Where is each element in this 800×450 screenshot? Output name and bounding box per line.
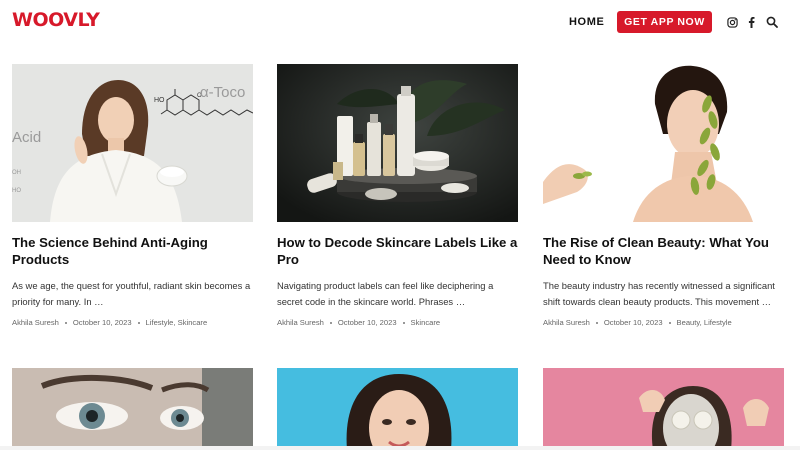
post-excerpt: Navigating product labels can feel like … [277, 280, 494, 307]
nav-home-link[interactable]: HOME [569, 16, 604, 28]
meta-separator [595, 322, 598, 324]
post-thumbnail[interactable] [277, 368, 518, 450]
post-title[interactable]: The Science Behind Anti-Aging Products [12, 234, 253, 268]
meta-separator [668, 322, 671, 324]
post-title[interactable]: The Rise of Clean Beauty: What You Need … [543, 234, 784, 268]
post-category[interactable]: Lifestyle [704, 318, 732, 327]
search-icon[interactable] [764, 14, 780, 30]
post-category[interactable]: Beauty [677, 318, 700, 327]
post-author[interactable]: Akhila Suresh [543, 318, 590, 327]
post-excerpt: As we age, the quest for youthful, radia… [12, 280, 251, 307]
post-thumbnail[interactable] [277, 64, 518, 222]
post-excerpt: The beauty industry has recently witness… [543, 280, 775, 307]
site-header: WOOVLY HOME GET APP NOW [0, 0, 800, 44]
post-thumbnail[interactable] [543, 64, 784, 222]
site-logo[interactable]: WOOVLY [12, 9, 100, 31]
post-category[interactable]: Skincare [178, 318, 208, 327]
meta-separator [402, 322, 405, 324]
post-title[interactable]: How to Decode Skincare Labels Like a Pro [277, 234, 518, 268]
page-bottom-edge [0, 446, 800, 450]
meta-separator [329, 322, 332, 324]
get-app-button[interactable]: GET APP NOW [617, 11, 712, 33]
post-category[interactable]: Skincare [411, 318, 441, 327]
post-meta: Akhila Suresh October 10, 2023 Skincare [277, 318, 440, 327]
instagram-icon[interactable] [724, 14, 740, 30]
post-thumbnail[interactable] [12, 368, 253, 450]
post-thumbnail[interactable]: HO O α-Toco Acid OH HO [12, 64, 253, 222]
image-text-tocopherol: α-Toco [200, 84, 245, 101]
post-meta: Akhila Suresh October 10, 2023 Beauty, Lif… [543, 318, 732, 327]
post-thumbnail[interactable] [543, 368, 784, 450]
image-text-ho: HO [154, 97, 165, 104]
post-meta: Akhila Suresh October 10, 2023 Lifestyle, … [12, 318, 207, 327]
post-date[interactable]: October 10, 2023 [338, 318, 397, 327]
post-category[interactable]: Lifestyle [146, 318, 174, 327]
post-author[interactable]: Akhila Suresh [277, 318, 324, 327]
facebook-icon[interactable] [743, 14, 759, 30]
svg-text:OH: OH [12, 170, 21, 176]
post-author[interactable]: Akhila Suresh [12, 318, 59, 327]
post-date[interactable]: October 10, 2023 [73, 318, 132, 327]
svg-text:HO: HO [12, 188, 21, 194]
image-text-acid: Acid [12, 129, 41, 146]
meta-separator [64, 322, 67, 324]
meta-separator [137, 322, 140, 324]
post-date[interactable]: October 10, 2023 [604, 318, 663, 327]
